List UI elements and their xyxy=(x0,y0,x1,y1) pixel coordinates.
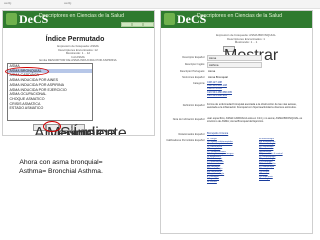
search-meta: Expresión de búsqueda: ASMA Descriptores… xyxy=(23,44,133,63)
page-title: Índice Permutado xyxy=(45,36,105,43)
field-row: Descriptor Inglés: Asthma xyxy=(161,62,312,68)
field-row: Descriptor Portugués: Asma xyxy=(161,69,312,74)
header-button[interactable] xyxy=(121,22,132,27)
header-button[interactable] xyxy=(143,22,154,27)
field-row: Relacionados Español: Bronquitis Crónica xyxy=(161,132,312,137)
right-decs-window: DeCS Descriptores en Ciencias de la Salu… xyxy=(160,10,313,234)
left-decs-window: DeCS Descriptores en Ciencias de la Salu… xyxy=(2,10,155,136)
field-label: Calificadores Permitidos Español: xyxy=(166,139,205,142)
field-value: Asma xyxy=(207,55,262,61)
bvs-logo-icon xyxy=(6,13,17,25)
indice-button[interactable]: Índice xyxy=(72,124,116,135)
field-label: Descriptor Inglés: xyxy=(184,63,205,66)
field-value: Asthma xyxy=(207,62,262,68)
field-label: Sinónimos Español: xyxy=(182,76,205,79)
decs-subtitle: Descriptores en Ciencias de la Salud xyxy=(39,13,125,19)
highlight-oval xyxy=(5,67,49,76)
browser-tab-right[interactable]: asdfg xyxy=(64,1,71,5)
field-label: Nota de Indización Español: xyxy=(172,118,205,121)
header-button[interactable] xyxy=(132,22,143,27)
category-links[interactable]: C08.127.108 C08.381.495.108 C08.674.095 … xyxy=(207,81,232,97)
field-row: Nota de Indización Español: usar específ… xyxy=(161,117,312,129)
meta-line: Mostrando: 1 .. 1 xyxy=(234,40,258,45)
field-row: Sinónimos Español: Asma Bronquial xyxy=(161,75,312,80)
related-link[interactable]: Bronquitis Crónica xyxy=(207,132,228,135)
decs-banner: DeCS Descriptores en Ciencias de la Salu… xyxy=(3,11,154,28)
field-value: usar específico; ASMA CARDIACA está en C… xyxy=(207,117,303,124)
field-label: Definición Español: xyxy=(182,104,205,107)
field-label: Descriptor Español: xyxy=(182,56,205,59)
highlight-oval xyxy=(43,121,61,132)
field-value: Asma xyxy=(208,69,216,73)
list-item[interactable]: ESTADO ASMATICO xyxy=(8,106,92,111)
field-value: Asma Bronquial xyxy=(208,75,228,79)
decs-banner: DeCS Descriptores en Ciencias de la Salu… xyxy=(161,11,312,28)
field-label: Descriptor Portugués: xyxy=(179,70,205,73)
field-label: Relacionados Español: xyxy=(178,133,205,136)
bvs-logo-icon xyxy=(164,13,175,25)
decs-subtitle: Descriptores en Ciencias de la Salud xyxy=(197,13,283,19)
field-value: Forma de enfermedad bronquial asociada a… xyxy=(207,103,297,110)
browser-tab-left[interactable]: asdfg xyxy=(4,1,11,5)
qualifier-links[interactable]: BL sangre CF líquido cefalorraquídeo CI … xyxy=(207,138,307,228)
browser-top-bar: asdfg asdfg xyxy=(0,0,320,9)
field-label: Categoría: xyxy=(192,82,205,85)
search-meta: Expresión de búsqueda: ASMA BRONQUIAL De… xyxy=(191,33,301,45)
field-row: Calificadores Permitidos Español: BL san… xyxy=(161,138,312,230)
field-row: Descriptor Español: Asma xyxy=(161,55,312,61)
mostrar-button[interactable]: Mostrar xyxy=(223,46,278,64)
slide-caption: Ahora con asma bronquial= Asthma= Bronch… xyxy=(19,159,103,175)
field-row: Categoría: C08.127.108 C08.381.495.108 C… xyxy=(161,81,312,103)
field-row: Definición Español: Forma de enfermedad … xyxy=(161,103,312,115)
